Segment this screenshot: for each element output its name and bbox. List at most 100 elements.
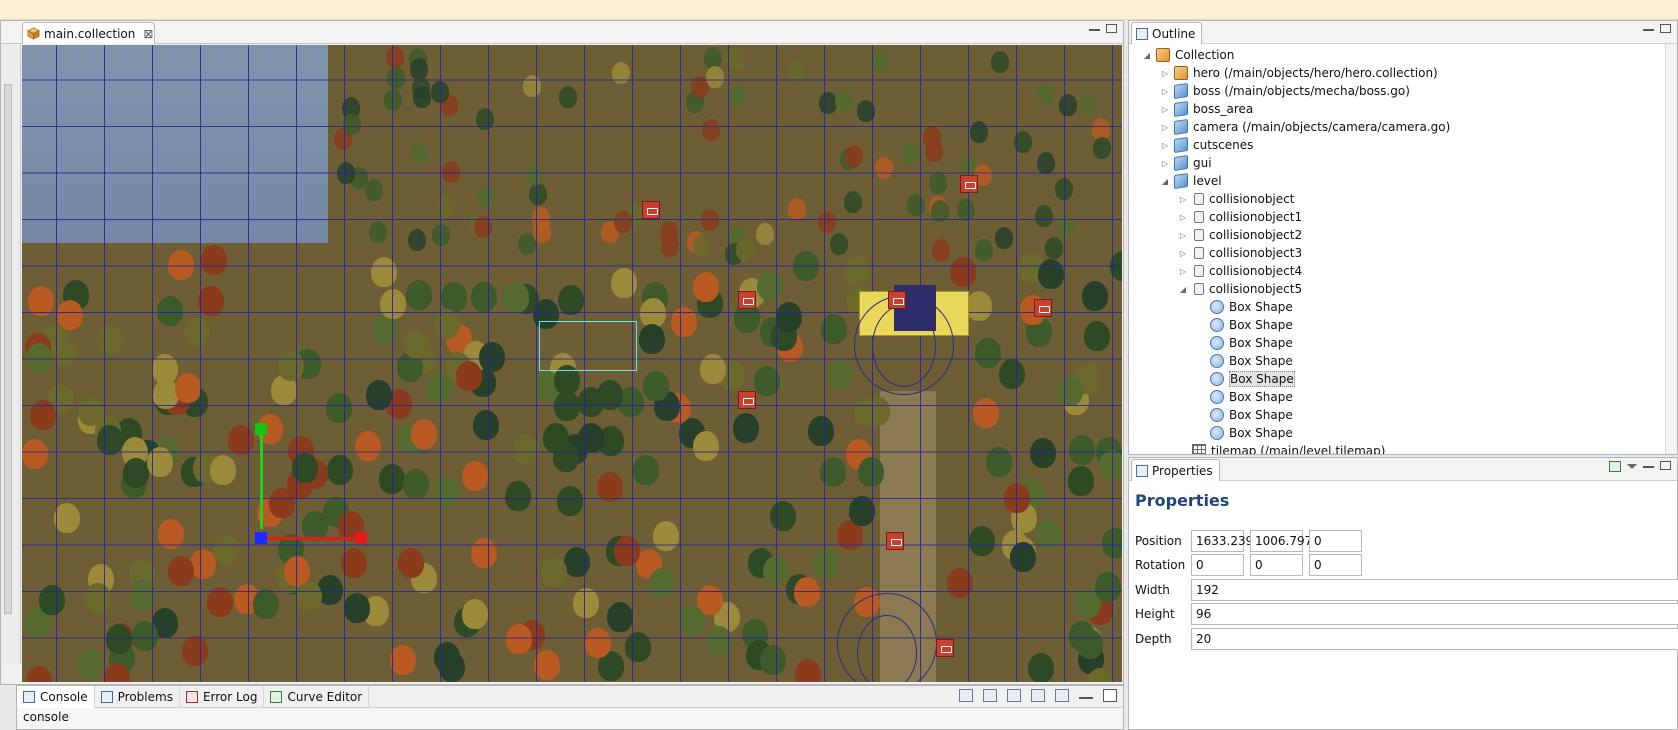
gameobject-icon <box>1174 119 1188 135</box>
outline-item[interactable]: Box Shape <box>1129 370 1677 388</box>
height-field[interactable]: 96 <box>1191 603 1678 625</box>
outline-item-label: tilemap (/main/level.tilemap) <box>1211 444 1386 455</box>
tab-label: Properties <box>1152 463 1213 478</box>
gizmo-x-handle[interactable] <box>355 532 367 544</box>
outline-item-label: boss_area <box>1193 102 1254 116</box>
outline-item[interactable]: ▷ camera (/main/objects/camera/camera.go) <box>1129 118 1677 136</box>
expand-icon[interactable]: ▷ <box>1159 87 1171 96</box>
outline-item[interactable]: Box Shape <box>1129 424 1677 442</box>
collisionobject-icon <box>1194 283 1204 295</box>
scene-viewport[interactable] <box>22 45 1122 682</box>
outline-item[interactable]: ▷ collisionobject <box>1129 190 1677 208</box>
view-menu-icon[interactable] <box>1627 464 1637 469</box>
outline-item[interactable]: ▷ collisionobject3 <box>1129 244 1677 262</box>
outline-item[interactable]: ◢ level <box>1129 172 1677 190</box>
position-x-field[interactable]: 1633.239 <box>1191 530 1253 552</box>
collapse-icon[interactable]: ◢ <box>1141 51 1153 60</box>
outline-item-label: Box Shape <box>1229 426 1293 440</box>
outline-item[interactable]: ▷ collisionobject4 <box>1129 262 1677 280</box>
outline-item[interactable]: Box Shape <box>1129 352 1677 370</box>
position-row: Position 1633.239 1006.797 0 <box>1135 530 1362 552</box>
outline-item[interactable]: ▷ gui <box>1129 154 1677 172</box>
outline-item[interactable]: tilemap (/main/level.tilemap) <box>1129 442 1677 455</box>
maximize-icon[interactable] <box>1106 24 1117 33</box>
tab-curve-editor[interactable]: Curve Editor <box>264 686 370 708</box>
pin-icon[interactable] <box>1609 461 1621 472</box>
open-console-icon[interactable] <box>1055 689 1069 702</box>
tab-main-collection[interactable]: main.collection ⊠ <box>22 22 155 44</box>
spawn-marker-icon[interactable] <box>886 532 904 550</box>
spawn-marker-icon[interactable] <box>936 639 954 657</box>
selected-box-shape[interactable] <box>539 321 637 371</box>
expand-icon[interactable]: ▷ <box>1177 267 1189 276</box>
expand-icon[interactable]: ▷ <box>1177 249 1189 258</box>
spawn-marker-icon[interactable] <box>738 391 756 409</box>
depth-label: Depth <box>1135 632 1172 646</box>
expand-icon[interactable]: ▷ <box>1159 105 1171 114</box>
spawn-marker-icon[interactable] <box>642 201 660 219</box>
position-z-field[interactable]: 0 <box>1309 530 1362 552</box>
maximize-icon[interactable] <box>1103 689 1117 702</box>
minimize-icon[interactable] <box>1643 464 1654 468</box>
rotation-z-field[interactable]: 0 <box>1309 554 1362 576</box>
curve-editor-icon <box>270 691 283 703</box>
minimize-icon[interactable] <box>1079 693 1093 699</box>
gizmo-x-axis[interactable] <box>263 537 363 540</box>
outline-item[interactable]: Box Shape <box>1129 298 1677 316</box>
expand-icon[interactable]: ▷ <box>1177 195 1189 204</box>
tab-error-log[interactable]: Error Log <box>180 686 265 708</box>
outline-item[interactable]: ▷ collisionobject2 <box>1129 226 1677 244</box>
outline-item[interactable]: ▷ cutscenes <box>1129 136 1677 154</box>
left-scrollbar[interactable] <box>4 84 12 614</box>
spawn-marker-icon[interactable] <box>960 175 978 193</box>
expand-icon[interactable]: ▷ <box>1159 69 1171 78</box>
outline-item[interactable]: ◢ Collection <box>1129 46 1677 64</box>
gizmo-y-axis[interactable] <box>260 429 263 529</box>
left-trim-bar <box>1 44 21 664</box>
rotation-y-field[interactable]: 0 <box>1250 554 1303 576</box>
tab-outline[interactable]: Outline <box>1131 22 1203 44</box>
minimize-icon[interactable] <box>1089 27 1100 31</box>
display-console-icon[interactable] <box>1031 689 1045 702</box>
rotation-x-field[interactable]: 0 <box>1191 554 1244 576</box>
close-icon[interactable]: ⊠ <box>143 27 153 41</box>
outline-window-buttons <box>1643 24 1671 33</box>
outline-item[interactable]: Box Shape <box>1129 406 1677 424</box>
tab-problems[interactable]: Problems <box>95 686 180 708</box>
expand-icon[interactable]: ▷ <box>1177 213 1189 222</box>
outline-item[interactable]: Box Shape <box>1129 334 1677 352</box>
spawn-marker-icon[interactable] <box>738 291 756 309</box>
collapse-icon[interactable]: ◢ <box>1159 177 1171 186</box>
maximize-icon[interactable] <box>1660 461 1671 470</box>
expand-icon[interactable]: ▷ <box>1177 231 1189 240</box>
outline-item[interactable]: ▷ boss (/main/objects/mecha/boss.go) <box>1129 82 1677 100</box>
outline-item[interactable]: ▷ collisionobject1 <box>1129 208 1677 226</box>
width-field[interactable]: 192 <box>1191 579 1678 601</box>
gameobject-icon <box>1174 83 1188 99</box>
outline-scrollbar[interactable] <box>1665 44 1677 454</box>
collapse-icon[interactable]: ◢ <box>1177 285 1189 294</box>
outline-item-label: camera (/main/objects/camera/camera.go) <box>1193 120 1451 134</box>
depth-field[interactable]: 20 <box>1191 628 1678 650</box>
outline-item[interactable]: ◢ collisionobject5 <box>1129 280 1677 298</box>
expand-icon[interactable]: ▷ <box>1159 141 1171 150</box>
gizmo-origin-handle[interactable] <box>255 532 267 544</box>
outline-item[interactable]: Box Shape <box>1129 388 1677 406</box>
outline-item[interactable]: ▷ hero (/main/objects/hero/hero.collectio… <box>1129 64 1677 82</box>
tab-properties[interactable]: Properties <box>1131 459 1220 481</box>
scroll-lock-icon[interactable] <box>983 689 997 702</box>
position-y-field[interactable]: 1006.797 <box>1250 530 1312 552</box>
tab-console[interactable]: Console <box>17 686 95 708</box>
outline-item[interactable]: Box Shape <box>1129 316 1677 334</box>
collection-icon <box>1174 66 1188 80</box>
maximize-icon[interactable] <box>1660 24 1671 33</box>
outline-item[interactable]: ▷ boss_area <box>1129 100 1677 118</box>
spawn-marker-icon[interactable] <box>1034 299 1052 317</box>
minimize-icon[interactable] <box>1643 27 1654 31</box>
pin-console-icon[interactable] <box>1007 689 1021 702</box>
expand-icon[interactable]: ▷ <box>1159 123 1171 132</box>
gizmo-y-handle[interactable] <box>255 423 267 435</box>
expand-icon[interactable]: ▷ <box>1159 159 1171 168</box>
spawn-marker-icon[interactable] <box>888 291 906 309</box>
clear-console-icon[interactable] <box>959 689 973 702</box>
